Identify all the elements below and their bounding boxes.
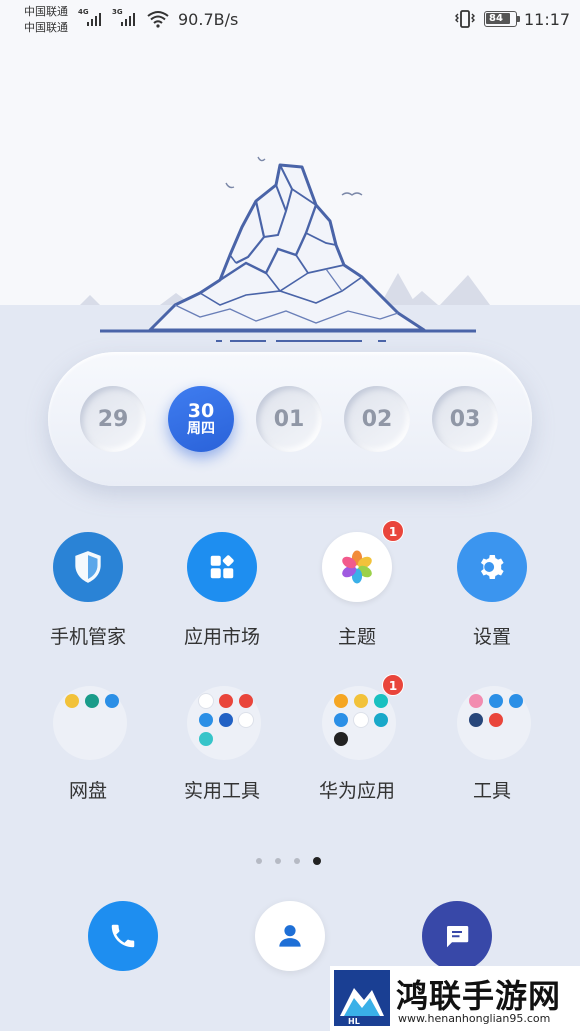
calendar-day-number: 01	[273, 406, 305, 432]
page-dot[interactable]	[313, 857, 321, 865]
watermark-logo: HL	[334, 970, 390, 1026]
page-dot[interactable]	[256, 858, 262, 864]
signal-bars-icon	[121, 13, 135, 26]
watermark-url: www.henanhonglian95.com	[398, 1012, 551, 1025]
folder-utilities[interactable]: 实用工具	[157, 686, 287, 816]
calendar-day-03[interactable]: 03	[432, 386, 498, 452]
calendar-day-30[interactable]: 30 周四	[168, 386, 234, 452]
wifi-icon	[147, 11, 169, 28]
calendar-day-number: 02	[361, 406, 393, 432]
mini-app-icon	[65, 694, 79, 708]
calendar-day-number: 30	[187, 400, 215, 422]
status-bar: 中国联通 中国联通 4G 3G 90.7B/s 84 11:17	[0, 0, 580, 40]
folder-icon	[322, 686, 396, 760]
mini-app-icon	[199, 732, 213, 746]
phone-button[interactable]	[88, 901, 158, 971]
app-settings[interactable]: 设置	[427, 532, 557, 662]
folder-label: 华为应用	[318, 780, 395, 802]
gear-icon	[457, 532, 527, 602]
calendar-day-02[interactable]: 02	[344, 386, 410, 452]
iceberg-illustration	[80, 156, 490, 342]
notification-badge: 1	[382, 520, 404, 542]
app-label: 设置	[472, 626, 511, 648]
messages-button[interactable]	[422, 901, 492, 971]
battery-level: 84	[489, 13, 503, 24]
phone-icon	[111, 924, 135, 948]
mini-app-icon	[239, 713, 253, 727]
folder-cloud-drive[interactable]: 网盘	[23, 686, 153, 816]
calendar-weekday: 周四	[187, 421, 215, 437]
folder-icon	[53, 686, 127, 760]
folder-icon	[187, 686, 261, 760]
mini-app-icon	[374, 694, 388, 708]
folder-label: 实用工具	[183, 780, 260, 802]
app-app-market[interactable]: 应用市场	[157, 532, 287, 662]
battery-icon: 84	[484, 11, 520, 27]
network-speed: 90.7B/s	[178, 10, 239, 29]
battery-tip	[517, 16, 520, 22]
carrier-1: 中国联通	[24, 5, 68, 18]
mini-app-icon	[219, 694, 233, 708]
mini-app-icon	[469, 713, 483, 727]
svg-text:HL: HL	[348, 1017, 360, 1026]
folder-tools[interactable]: 工具	[427, 686, 557, 816]
mini-app-icon	[219, 713, 233, 727]
theme-flower-icon	[322, 532, 392, 602]
vibrate-icon	[455, 10, 475, 28]
mini-app-icon	[334, 713, 348, 727]
clock: 11:17	[524, 10, 571, 29]
watermark-title: 鸿联手游网	[396, 977, 562, 1015]
mini-app-icon	[354, 694, 368, 708]
contact-icon	[279, 925, 301, 947]
calendar-day-01[interactable]: 01	[256, 386, 322, 452]
mini-app-icon	[199, 694, 213, 708]
app-themes[interactable]: 1 主题	[292, 520, 422, 662]
calendar-day-number: 03	[449, 406, 481, 432]
folder-huawei-apps[interactable]: 1 华为应用	[292, 674, 422, 816]
mini-app-icon	[85, 694, 99, 708]
carrier-labels: 中国联通 中国联通	[24, 4, 68, 36]
page-indicator	[256, 856, 326, 866]
shield-icon	[53, 532, 123, 602]
page-dot[interactable]	[275, 858, 281, 864]
mini-app-icon	[354, 713, 368, 727]
notification-badge: 1	[382, 674, 404, 696]
app-label: 手机管家	[49, 626, 126, 648]
mini-app-icon	[334, 732, 348, 746]
app-store-icon	[187, 532, 257, 602]
mini-app-icon	[239, 694, 253, 708]
folder-icon	[457, 686, 531, 760]
mini-app-icon	[199, 713, 213, 727]
mini-app-icon	[374, 713, 388, 727]
contacts-button[interactable]	[255, 901, 325, 971]
message-icon	[447, 926, 469, 948]
mini-app-icon	[105, 694, 119, 708]
mini-app-icon	[469, 694, 483, 708]
app-phone-manager[interactable]: 手机管家	[23, 532, 153, 662]
mini-app-icon	[334, 694, 348, 708]
folder-label: 网盘	[68, 780, 107, 802]
page-dot[interactable]	[294, 858, 300, 864]
watermark: HL 鸿联手游网 www.henanhonglian95.com	[330, 966, 580, 1031]
carrier-2: 中国联通	[24, 21, 68, 34]
signal-bars-icon	[87, 13, 101, 26]
mini-app-icon	[509, 694, 523, 708]
calendar-day-29[interactable]: 29	[80, 386, 146, 452]
app-label: 主题	[337, 626, 376, 648]
calendar-day-number: 29	[97, 406, 129, 432]
mini-app-icon	[489, 694, 503, 708]
app-label: 应用市场	[183, 626, 260, 648]
mini-app-icon	[489, 713, 503, 727]
folder-label: 工具	[472, 780, 511, 802]
